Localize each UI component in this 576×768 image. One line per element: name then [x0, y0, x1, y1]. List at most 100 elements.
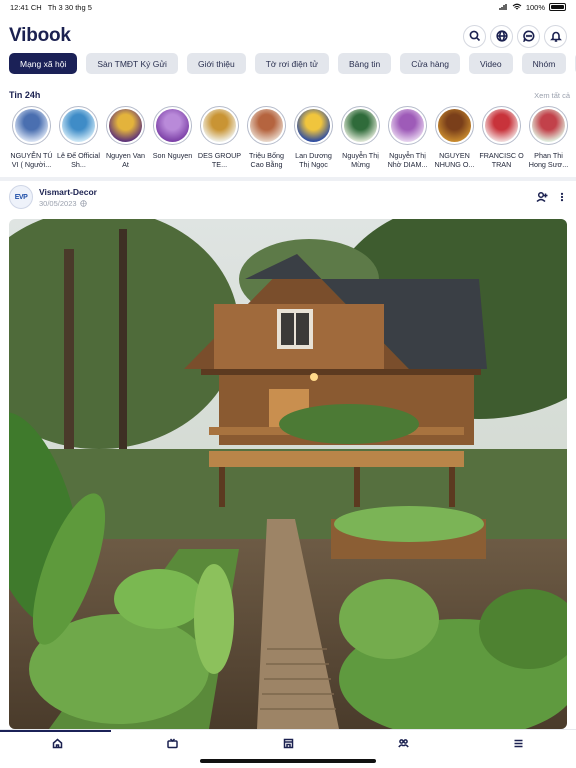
globe-icon: [495, 30, 508, 42]
tab-5[interactable]: Cửa hàng: [400, 53, 461, 74]
garden-house-photo: [9, 219, 567, 729]
story-ring: [435, 106, 474, 145]
story-name: DES GROUP TE...: [197, 151, 242, 169]
story-name: NGUYEN NHUNG O...: [434, 151, 475, 169]
story-item[interactable]: Phan Thi Hong Sươ...: [525, 106, 572, 171]
tv-icon: [167, 738, 179, 749]
tab-7[interactable]: Nhóm: [521, 53, 567, 74]
nav-video[interactable]: [115, 730, 230, 757]
nav-store[interactable]: [230, 730, 345, 757]
story-item[interactable]: NGUYỄN TÚ VI ( Người...: [8, 106, 55, 171]
status-bar: 12:41 CH Th 3 30 thg 5 100%: [0, 0, 576, 14]
story-avatar: [15, 109, 48, 142]
home-indicator-bar[interactable]: [200, 759, 376, 763]
story-name: Triệu Bống Cao Bằng: [249, 151, 284, 169]
status-date: Th 3 30 thg 5: [47, 2, 92, 12]
story-item[interactable]: Lê Đế Official Sh...: [55, 106, 102, 171]
signal-icon: [499, 4, 507, 10]
story-name: Son Nguyen: [152, 151, 193, 160]
story-avatar: [156, 109, 189, 142]
story-name: Lê Đế Official Sh...: [56, 151, 100, 169]
public-globe-icon: [79, 199, 87, 207]
notifications-button[interactable]: [544, 24, 567, 48]
story-avatar: [438, 109, 471, 142]
nav-menu[interactable]: [461, 730, 576, 757]
bell-icon: [549, 31, 562, 42]
story-name: Nguyễn Thị Nhờ DIAM...: [387, 151, 428, 169]
story-item[interactable]: Triệu Bống Cao Bằng: [243, 106, 290, 171]
category-tabs: Mạng xã hội Sàn TMĐT Ký Gửi Giới thiệu Tờ r…: [9, 53, 576, 75]
wifi-icon: [512, 3, 522, 10]
search-icon: [469, 30, 480, 42]
story-ring: [388, 106, 427, 145]
chat-icon: [522, 30, 534, 42]
battery-percent: 100%: [525, 2, 545, 12]
battery-icon: [549, 3, 566, 11]
story-avatar: [109, 109, 142, 142]
story-name: NGUYỄN TÚ VI ( Người...: [10, 151, 53, 169]
tab-3[interactable]: Tờ rơi điện tử: [254, 53, 329, 74]
story-item[interactable]: DES GROUP TE...: [196, 106, 243, 171]
story-avatar: [62, 109, 95, 142]
story-avatar: [485, 109, 518, 142]
tab-0[interactable]: Mạng xã hội: [9, 53, 78, 74]
story-name: Nguyễn Thị Mừng: [342, 151, 379, 169]
app-header: Vibook: [0, 18, 576, 54]
nav-home[interactable]: [0, 730, 115, 757]
messages-button[interactable]: [517, 24, 540, 48]
story-avatar: [203, 109, 236, 142]
home-icon: [52, 738, 63, 749]
story-ring: [12, 106, 51, 145]
story-name: Phan Thi Hong Sươ...: [528, 151, 569, 169]
see-all-link[interactable]: Xem tất cả: [534, 91, 570, 100]
story-item[interactable]: NGUYEN NHUNG O...: [431, 106, 478, 171]
section-divider: [0, 177, 576, 181]
story-name: FRANCISC O TRAN: [479, 151, 524, 169]
people-icon: [397, 739, 409, 748]
story-ring: [153, 106, 192, 145]
story-item[interactable]: Nguyễn Thị Nhờ DIAM...: [384, 106, 431, 171]
story-name: Lan Dương Thị Ngọc: [295, 151, 332, 169]
stories-title: Tin 24h: [9, 90, 41, 100]
post-header: EVP Vismart-Decor 30/05/2023: [9, 184, 567, 210]
story-item[interactable]: FRANCISC O TRAN: [478, 106, 525, 171]
add-friend-icon[interactable]: [536, 191, 548, 203]
stories-header: Tin 24h Xem tất cả: [9, 90, 570, 100]
store-icon: [283, 738, 293, 749]
language-button[interactable]: [490, 24, 513, 48]
story-ring: [200, 106, 239, 145]
story-avatar: [344, 109, 377, 142]
story-item[interactable]: Nguyễn Thị Mừng: [337, 106, 384, 171]
post-date: 30/05/2023: [39, 198, 77, 208]
story-ring: [247, 106, 286, 145]
avatar-logo-text: EVP: [14, 193, 28, 201]
story-avatar: [391, 109, 424, 142]
story-item[interactable]: Nguyen Van At: [102, 106, 149, 171]
post-author-avatar[interactable]: EVP: [9, 185, 33, 209]
story-ring: [529, 106, 568, 145]
search-button[interactable]: [463, 24, 486, 48]
nav-people[interactable]: [346, 730, 461, 757]
story-name: Nguyen Van At: [105, 151, 146, 169]
tab-6[interactable]: Video: [469, 53, 513, 74]
post-date-row: 30/05/2023: [39, 199, 97, 208]
story-ring: [341, 106, 380, 145]
story-avatar: [297, 109, 330, 142]
story-ring: [59, 106, 98, 145]
story-ring: [482, 106, 521, 145]
more-options-icon[interactable]: [557, 191, 567, 203]
status-time: 12:41 CH: [10, 2, 42, 12]
story-item[interactable]: Son Nguyen: [149, 106, 196, 171]
post-author-name[interactable]: Vismart-Decor: [39, 187, 97, 197]
bottom-navigation: [0, 729, 576, 768]
menu-icon: [514, 739, 523, 748]
tab-2[interactable]: Giới thiệu: [186, 53, 246, 74]
stories-list: NGUYỄN TÚ VI ( Người... Lê Đế Official Sh…: [8, 106, 576, 171]
tab-4[interactable]: Bảng tin: [337, 53, 392, 74]
story-item[interactable]: Lan Dương Thị Ngọc: [290, 106, 337, 171]
story-avatar: [532, 109, 565, 142]
story-ring: [294, 106, 333, 145]
post-image[interactable]: [9, 219, 567, 729]
tab-1[interactable]: Sàn TMĐT Ký Gửi: [86, 53, 178, 74]
app-title: Vibook: [9, 25, 71, 46]
